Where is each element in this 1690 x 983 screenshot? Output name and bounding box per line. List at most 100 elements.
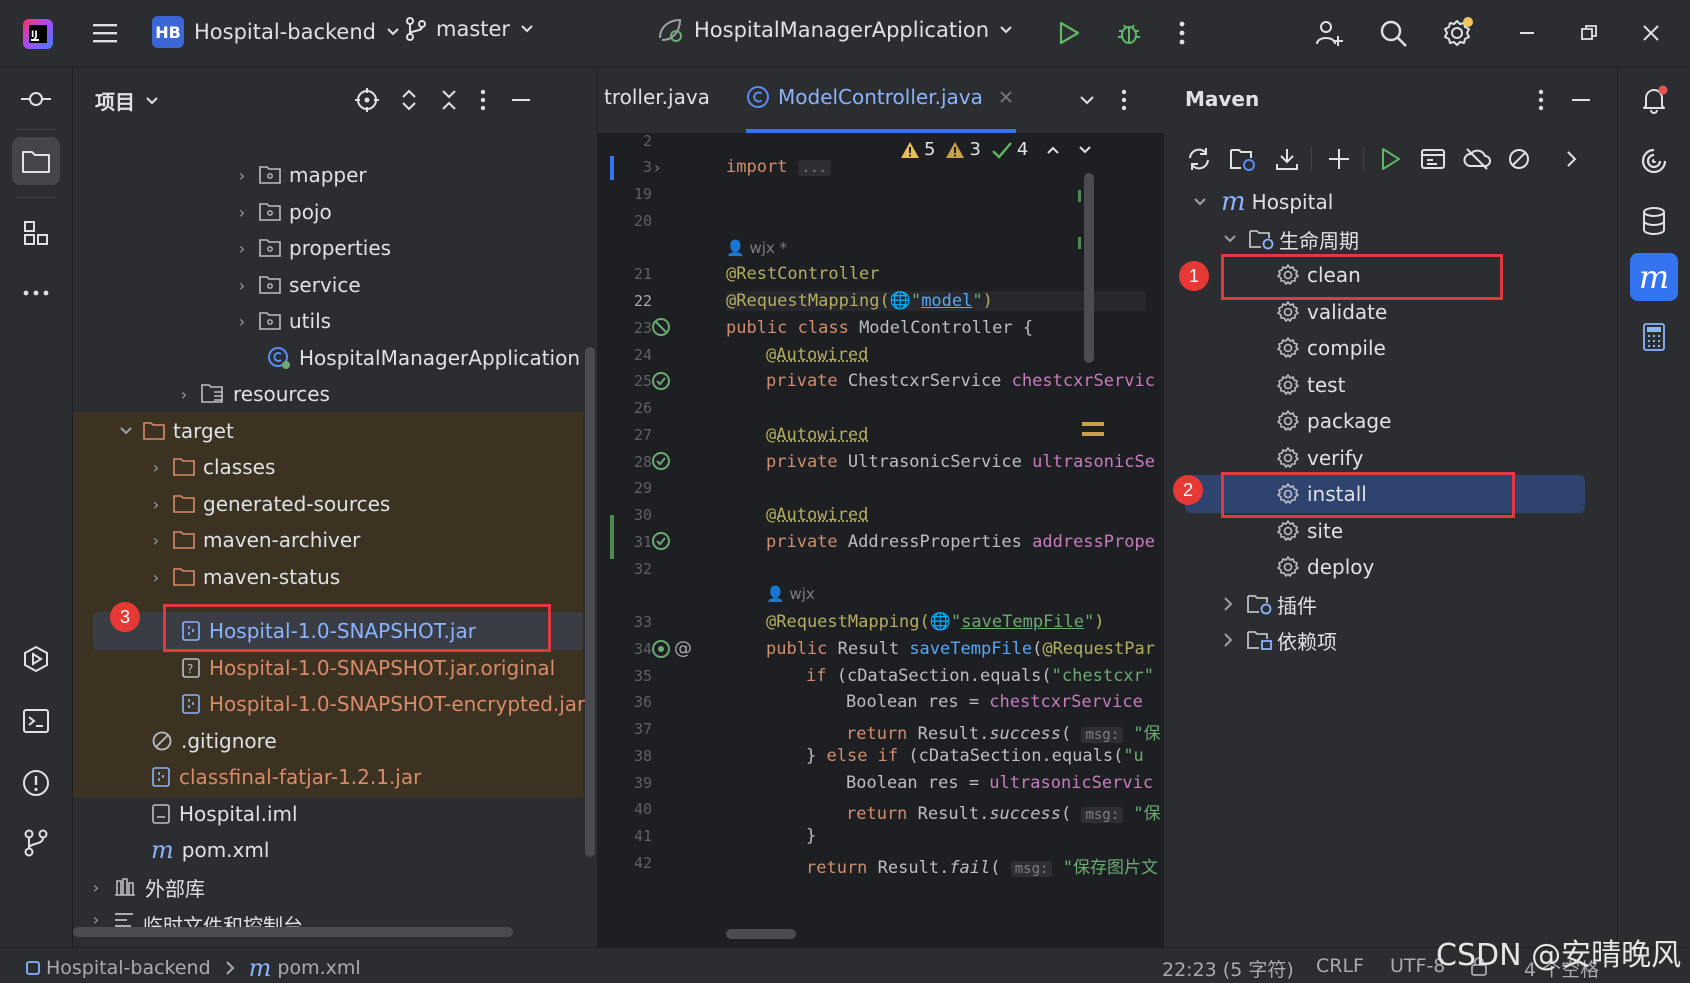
notifications-bell-icon[interactable]	[1636, 81, 1672, 117]
tree-item-hospital-manager-application[interactable]: HospitalManagerApplication	[73, 339, 598, 377]
search-icon[interactable]	[1376, 16, 1410, 50]
tree-item-properties[interactable]: › properties	[73, 229, 598, 267]
tree-item-generated-sources[interactable]: › generated-sources	[73, 485, 598, 523]
bean-gutter-icon[interactable]	[650, 316, 672, 338]
tree-item-snapshot-jar-original[interactable]: ? Hospital-1.0-SNAPSHOT.jar.original	[73, 649, 598, 687]
code-line-28[interactable]: private UltrasonicService ultrasonicSe	[766, 452, 1155, 472]
code-line-30[interactable]: @Autowired	[766, 505, 868, 525]
tree-item-external-libraries[interactable]: › 外部库	[73, 868, 597, 906]
code-line-25[interactable]: private ChestcxrService chestcxrServic	[766, 371, 1155, 391]
close-tab-icon[interactable]	[999, 90, 1013, 104]
skip-tests-icon[interactable]	[1503, 143, 1535, 175]
inspection-widget[interactable]: 5 3 4	[900, 139, 1092, 160]
maven-phase-test[interactable]: test	[1277, 366, 1345, 404]
tree-item-utils[interactable]: › utils	[73, 302, 598, 340]
maven-project-hospital[interactable]: m Hospital	[1193, 183, 1333, 221]
code-line-import[interactable]: import ...	[726, 157, 831, 177]
code-line-35[interactable]: if (cDataSection.equals("chestcxr"	[806, 666, 1154, 686]
add-icon[interactable]	[1323, 143, 1355, 175]
chevron-up-icon[interactable]	[1046, 145, 1060, 155]
breadcrumb-file[interactable]: pom.xml	[277, 957, 360, 979]
tab-options-icon[interactable]	[1112, 85, 1136, 115]
expand-all-icon[interactable]	[393, 84, 425, 116]
author-hint[interactable]: 👤 wjx	[766, 585, 815, 603]
tree-item-mapper[interactable]: › mapper	[73, 156, 598, 194]
tree-item-classes[interactable]: › classes	[73, 448, 598, 486]
code-line-36[interactable]: Boolean res = chestcxrService	[846, 692, 1143, 712]
breadcrumb-project[interactable]: Hospital-backend	[46, 957, 211, 979]
tree-item-maven-archiver[interactable]: › maven-archiver	[73, 521, 598, 559]
hide-panel-icon[interactable]	[505, 84, 537, 116]
bean-gutter-icon[interactable]	[650, 370, 672, 392]
generate-sources-icon[interactable]	[1227, 143, 1259, 175]
tree-item-encrypted-jar[interactable]: Hospital-1.0-SNAPSHOT-encrypted.jar	[73, 685, 598, 723]
tree-item-scratches[interactable]: › 临时文件和控制台	[73, 910, 597, 928]
minimize-icon[interactable]	[1510, 16, 1544, 50]
more-tools-icon[interactable]	[18, 275, 54, 311]
code-line-21[interactable]: @RestController	[726, 264, 880, 284]
tree-item-classfinal-jar[interactable]: classfinal-fatjar-1.2.1.jar	[73, 758, 598, 796]
tree-item-hospital-iml[interactable]: Hospital.iml	[73, 795, 598, 833]
project-view-selector[interactable]: 项目	[95, 86, 159, 115]
maven-lifecycle-folder[interactable]: 生命周期	[1223, 220, 1359, 258]
close-window-icon[interactable]	[1634, 16, 1668, 50]
code-line-23[interactable]: public class ModelController {	[726, 318, 1033, 338]
execute-goal-icon[interactable]	[1417, 143, 1449, 175]
hide-panel-icon[interactable]	[1565, 84, 1597, 116]
tree-item-target[interactable]: target	[73, 412, 598, 450]
branch-selector[interactable]: master	[404, 16, 534, 42]
maven-phase-deploy[interactable]: deploy	[1277, 548, 1374, 586]
locate-file-icon[interactable]	[351, 84, 383, 116]
code-line-34[interactable]: public Result saveTempFile(@RequestPar	[766, 639, 1155, 659]
ai-assistant-icon[interactable]	[1636, 143, 1672, 179]
maven-dependencies-folder[interactable]: 依赖项	[1223, 621, 1337, 659]
collapse-all-icon[interactable]	[433, 84, 465, 116]
chevron-down-icon[interactable]	[1078, 145, 1092, 155]
terminal-icon[interactable]	[18, 703, 54, 739]
tab-list-chevron-icon[interactable]	[1072, 85, 1102, 115]
line-separator[interactable]: CRLF	[1316, 955, 1364, 977]
intellij-logo-icon[interactable]: IJ	[20, 16, 56, 52]
database-icon[interactable]	[1636, 203, 1672, 239]
editor-vertical-scrollbar[interactable]	[1084, 173, 1094, 363]
tree-item-maven-status[interactable]: › maven-status	[73, 558, 598, 596]
calculator-icon[interactable]	[1636, 319, 1672, 355]
maven-phase-package[interactable]: package	[1277, 402, 1391, 440]
code-line-24[interactable]: @Autowired	[766, 345, 868, 365]
code-line-37[interactable]: return Result.success( msg: "保	[846, 719, 1161, 744]
code-line-33[interactable]: @RequestMapping(🌐"saveTempFile")	[766, 612, 1105, 632]
run-icon[interactable]	[1052, 16, 1086, 50]
cursor-position[interactable]: 22:23 (5 字符)	[1162, 955, 1294, 982]
project-selector[interactable]: HB Hospital-backend	[152, 16, 400, 48]
maven-options-icon[interactable]	[1529, 84, 1553, 116]
endpoint-gutter-icon[interactable]	[650, 638, 672, 660]
code-line-42[interactable]: return Result.fail( msg: "保存图片文	[806, 853, 1158, 878]
tab-controller-java[interactable]: troller.java	[604, 85, 710, 109]
offline-mode-icon[interactable]	[1461, 143, 1493, 175]
fold-chevron-icon[interactable]: ›	[654, 158, 660, 177]
commit-icon[interactable]	[18, 81, 54, 117]
chevron-right-icon[interactable]	[1555, 143, 1587, 175]
code-line-39[interactable]: Boolean res = ultrasonicServic	[846, 773, 1153, 793]
main-menu-icon[interactable]	[88, 16, 122, 50]
editor-horizontal-scrollbar[interactable]	[726, 929, 796, 939]
project-tool-icon[interactable]	[12, 137, 60, 185]
tree-item-gitignore[interactable]: .gitignore	[73, 722, 598, 760]
debug-icon[interactable]	[1112, 16, 1146, 50]
author-hint[interactable]: 👤 wjx *	[726, 239, 787, 257]
settings-gear-icon[interactable]	[1440, 14, 1476, 50]
download-icon[interactable]	[1271, 143, 1303, 175]
bean-gutter-icon[interactable]	[650, 450, 672, 472]
structure-icon[interactable]	[18, 215, 54, 251]
reload-icon[interactable]	[1183, 143, 1215, 175]
add-user-icon[interactable]	[1312, 16, 1346, 50]
git-icon[interactable]	[18, 825, 54, 861]
code-line-22[interactable]: @RequestMapping(🌐"model")	[726, 291, 1146, 311]
tree-item-service[interactable]: › service	[73, 266, 598, 304]
code-line-40[interactable]: return Result.success( msg: "保	[846, 799, 1161, 824]
restore-window-icon[interactable]	[1572, 16, 1606, 50]
code-line-41[interactable]: }	[806, 826, 816, 846]
run-config-selector[interactable]: HospitalManagerApplication	[656, 16, 1013, 44]
vertical-scrollbar[interactable]	[585, 347, 595, 857]
problems-icon[interactable]	[18, 765, 54, 801]
